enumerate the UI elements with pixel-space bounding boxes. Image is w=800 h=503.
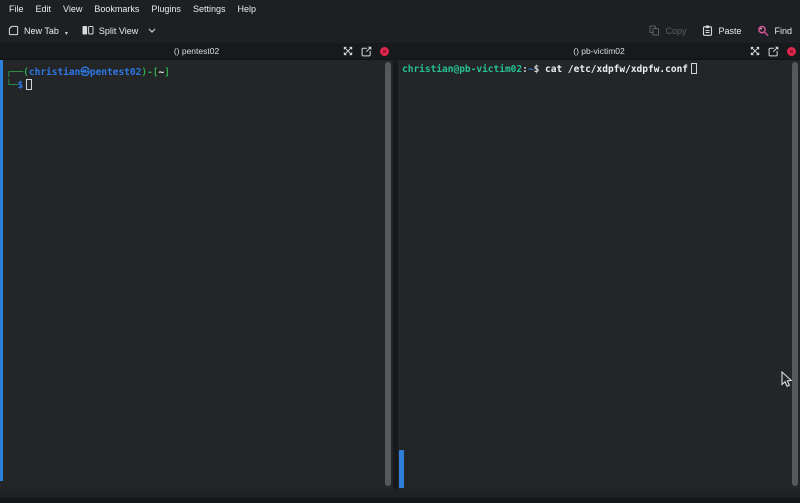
menu-settings[interactable]: Settings <box>187 2 232 16</box>
copy-button: Copy <box>649 25 686 36</box>
paste-button[interactable]: Paste <box>702 25 741 36</box>
detach-tab-icon[interactable] <box>768 46 779 57</box>
left-pane-title: () pentest02 <box>0 46 393 56</box>
detach-tab-icon[interactable] <box>361 46 372 57</box>
menu-view[interactable]: View <box>57 2 88 16</box>
prompt-command-line: christian@pb-victim02:~$ cat /etc/xdpfw/… <box>402 63 800 76</box>
find-button[interactable]: Find <box>757 25 792 37</box>
paste-icon <box>702 25 713 36</box>
new-tab-button[interactable]: New Tab ▾ <box>8 25 68 36</box>
new-tab-label: New Tab <box>24 26 59 36</box>
menu-help[interactable]: Help <box>231 2 262 16</box>
terminal-cursor <box>691 63 697 74</box>
menu-bookmarks[interactable]: Bookmarks <box>88 2 145 16</box>
window-bottom-edge <box>0 489 800 498</box>
window-bottom-border <box>0 498 800 503</box>
find-label: Find <box>774 26 792 36</box>
split-view-icon <box>82 25 94 36</box>
split-view-button[interactable]: Split View <box>82 25 156 36</box>
left-pane-header-icons <box>343 46 393 57</box>
left-pane-scrollbar[interactable] <box>385 62 391 486</box>
right-pane-scrollbar[interactable] <box>792 62 798 486</box>
right-pane-title: () pb-victim02 <box>398 46 800 56</box>
left-pane-scroll-indicator <box>0 60 3 481</box>
expand-view-icon[interactable] <box>750 46 760 56</box>
prompt-line-2: └─$ <box>6 79 393 92</box>
left-terminal[interactable]: ┌──(christian㉿pentest02)-[~] └─$ <box>0 60 393 489</box>
right-pane-header[interactable]: () pb-victim02 <box>398 43 800 60</box>
find-icon <box>757 25 769 37</box>
close-pane-button[interactable] <box>787 47 796 56</box>
new-tab-icon <box>8 25 19 36</box>
right-terminal[interactable]: christian@pb-victim02:~$ cat /etc/xdpfw/… <box>398 60 800 489</box>
copy-icon <box>649 25 660 36</box>
right-pane-header-icons <box>750 46 800 57</box>
chevron-down-icon <box>148 28 156 33</box>
terminal-split-container: () pentest02 <box>0 43 800 489</box>
terminal-pane-pentest02: () pentest02 <box>0 43 393 489</box>
expand-view-icon[interactable] <box>343 46 353 56</box>
terminal-cursor <box>26 79 32 90</box>
menu-edit[interactable]: Edit <box>30 2 58 16</box>
menubar: File Edit View Bookmarks Plugins Setting… <box>0 0 800 18</box>
menu-plugins[interactable]: Plugins <box>145 2 187 16</box>
terminal-pane-pb-victim02: () pb-victim02 <box>398 43 800 489</box>
copy-label: Copy <box>665 26 686 36</box>
toolbar: New Tab ▾ Split View Copy <box>0 18 800 43</box>
right-pane-scroll-indicator <box>399 450 404 488</box>
paste-label: Paste <box>718 26 741 36</box>
new-tab-dropdown-caret[interactable]: ▾ <box>65 30 68 37</box>
menu-file[interactable]: File <box>3 2 30 16</box>
prompt-line-1: ┌──(christian㉿pentest02)-[~] <box>6 66 393 79</box>
split-view-label: Split View <box>99 26 138 36</box>
close-pane-button[interactable] <box>380 47 389 56</box>
left-pane-header[interactable]: () pentest02 <box>0 43 393 60</box>
toolbar-right-group: Copy Paste Find <box>633 25 792 37</box>
